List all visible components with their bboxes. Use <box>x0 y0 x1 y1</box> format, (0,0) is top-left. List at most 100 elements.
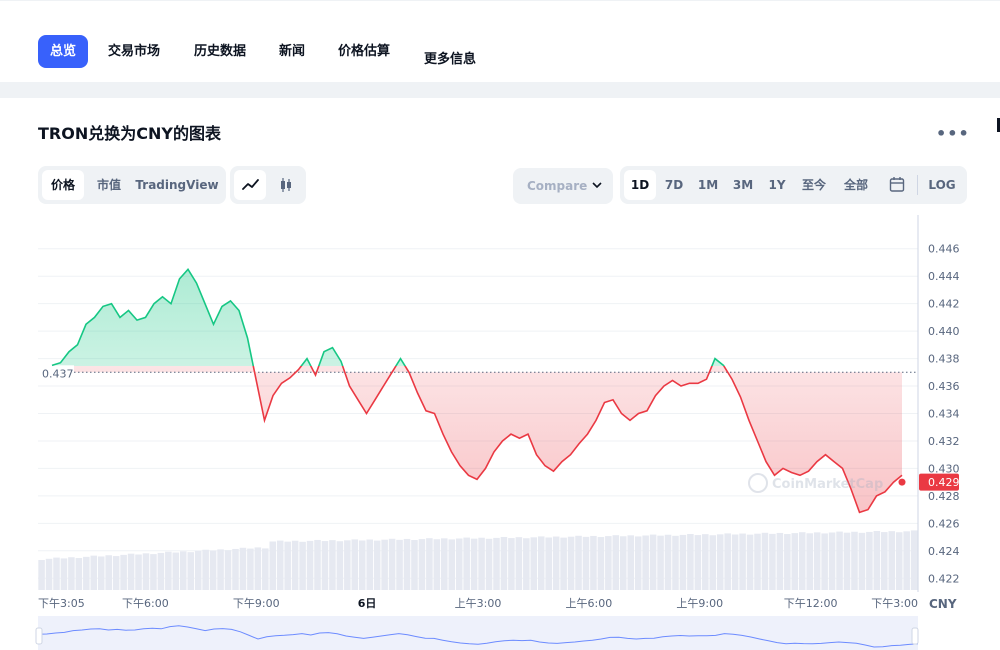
volume-bar <box>403 538 411 590</box>
volume-bar <box>247 548 254 590</box>
range-1d-button[interactable]: 1D <box>624 170 656 200</box>
volume-bar <box>441 538 448 590</box>
volume-bar <box>590 535 597 590</box>
volume-bar <box>165 551 172 590</box>
current-price-tag: 0.429 <box>919 473 960 491</box>
tab-more-info[interactable]: 更多信息 <box>412 43 488 76</box>
range-all-button[interactable]: 全部 <box>838 170 874 200</box>
view-marketcap-button[interactable]: 市值 <box>88 170 130 200</box>
volume-bar <box>75 558 83 590</box>
volume-bar <box>843 532 851 590</box>
overview-tabs: 总览 交易市场 历史数据 新闻 价格估算 更多信息 <box>0 0 1000 82</box>
tab-news[interactable]: 新闻 <box>267 35 317 68</box>
volume-bars <box>38 530 918 590</box>
volume-bar <box>545 537 552 590</box>
volume-bar <box>358 540 366 590</box>
volume-bar <box>426 538 433 590</box>
tab-price-estimates[interactable]: 价格估算 <box>326 35 402 68</box>
view-tradingview-button[interactable]: TradingView <box>134 170 220 200</box>
volume-bar <box>881 532 888 590</box>
volume-bar <box>851 531 858 590</box>
navigator-left-handle[interactable] <box>35 627 43 645</box>
volume-bar <box>105 555 112 590</box>
volume-bar <box>224 550 232 590</box>
y-axis: 0.446 0.444 0.442 0.440 0.438 0.436 0.434 0.432… <box>917 215 960 592</box>
view-price-button[interactable]: 价格 <box>42 170 84 200</box>
volume-bar <box>157 552 165 590</box>
log-scale-button[interactable]: LOG <box>922 170 962 200</box>
volume-bar <box>523 538 530 590</box>
volume-bar <box>45 558 53 590</box>
volume-bar <box>567 536 575 590</box>
volume-bar <box>552 536 560 590</box>
volume-bar <box>612 535 620 590</box>
volume-bar <box>828 532 836 590</box>
volume-bar <box>798 532 806 590</box>
more-options-button[interactable]: ••• <box>936 124 970 143</box>
tab-historical-data[interactable]: 历史数据 <box>182 35 258 68</box>
x-tick-label: 上午3:00 <box>455 597 502 610</box>
volume-bar <box>299 541 306 590</box>
volume-bar <box>194 550 202 590</box>
volume-bar <box>38 560 45 590</box>
volume-bar <box>560 537 567 590</box>
x-tick-label: 下午12:00 <box>784 597 838 610</box>
y-tick-label: 0.446 <box>928 243 960 256</box>
y-tick-label: 0.434 <box>928 408 960 421</box>
range-navigator[interactable] <box>35 616 919 650</box>
chart-title: TRON兑换为CNY的图表 <box>38 124 221 143</box>
volume-bar <box>388 538 396 590</box>
price-chart[interactable]: 0.437 CoinMarketCap 0.446 0.444 0.442 0.440… <box>0 215 1000 650</box>
x-tick-label: 6日 <box>358 597 377 610</box>
volume-bar <box>910 530 918 590</box>
volume-bar <box>813 532 821 590</box>
range-1y-button[interactable]: 1Y <box>762 170 792 200</box>
range-ytd-button[interactable]: 至今 <box>796 170 832 200</box>
line-chart-button[interactable] <box>234 170 266 200</box>
watermark-text: CoinMarketCap <box>772 477 883 492</box>
volume-bar <box>142 553 150 590</box>
volume-bar <box>187 552 195 590</box>
volume-bar <box>60 558 68 590</box>
tab-markets[interactable]: 交易市场 <box>96 35 172 68</box>
date-range-button[interactable] <box>882 170 912 200</box>
volume-bar <box>575 535 582 590</box>
tab-overview[interactable]: 总览 <box>38 35 89 68</box>
section-divider <box>0 82 1000 98</box>
range-7d-button[interactable]: 7D <box>658 170 690 200</box>
y-tick-label: 0.440 <box>928 325 960 338</box>
x-tick-label: 下午3:00 <box>871 597 918 610</box>
range-1m-button[interactable]: 1M <box>692 170 724 200</box>
x-tick-label: 上午9:00 <box>676 597 723 610</box>
range-3m-button[interactable]: 3M <box>727 170 759 200</box>
volume-bar <box>463 537 470 590</box>
watermark: CoinMarketCap <box>748 473 883 493</box>
volume-bar <box>664 534 672 590</box>
volume-bar <box>418 539 426 590</box>
volume-bar <box>537 536 545 590</box>
volume-bar <box>351 539 359 590</box>
volume-bar <box>411 540 418 590</box>
volume-bar <box>716 534 724 590</box>
volume-bar <box>455 538 463 590</box>
x-tick-label: 下午3:05 <box>38 597 85 610</box>
volume-bar <box>821 533 828 590</box>
volume-bar <box>254 547 262 590</box>
volume-bar <box>232 548 239 590</box>
chart-type-toggle <box>230 166 306 204</box>
volume-bar <box>433 539 441 590</box>
volume-bar <box>500 536 508 590</box>
volume-bar <box>687 533 694 590</box>
volume-bar <box>530 537 538 590</box>
volume-bar <box>515 537 523 590</box>
compare-dropdown[interactable]: Compare with <box>513 168 613 204</box>
currency-label: CNY <box>929 597 957 611</box>
y-tick-label: 0.432 <box>928 435 960 448</box>
candlestick-button[interactable] <box>270 170 302 200</box>
volume-bar <box>329 540 336 590</box>
navigator-right-handle[interactable] <box>911 627 919 645</box>
volume-bar <box>321 541 329 590</box>
volume-bar <box>858 532 866 590</box>
volume-bar <box>769 533 776 590</box>
volume-bar <box>582 536 590 590</box>
